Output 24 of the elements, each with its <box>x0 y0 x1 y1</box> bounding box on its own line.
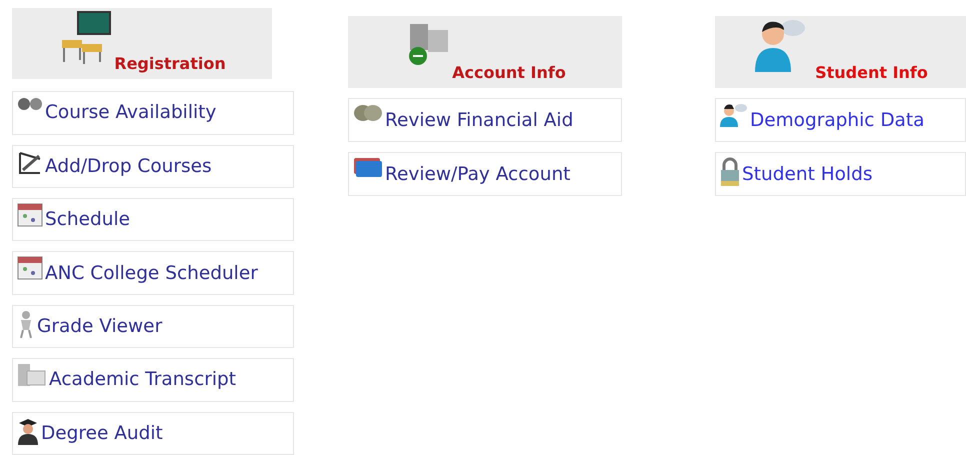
padlock-icon <box>720 157 740 187</box>
menu-link[interactable]: ANC College Scheduler <box>12 251 294 295</box>
menu-link[interactable]: Course Availability <box>12 91 294 134</box>
section-title: Account Info <box>452 63 566 82</box>
credit-card-icon <box>353 157 383 179</box>
graduate-icon <box>17 416 39 445</box>
calendar-icon <box>17 256 43 280</box>
pen-icon <box>17 150 43 176</box>
document-icon <box>17 363 47 388</box>
person-icon <box>720 103 748 127</box>
figure-icon <box>17 310 35 338</box>
menu-link[interactable]: Review/Pay Account <box>348 152 622 196</box>
menu-link[interactable]: Grade Viewer <box>12 304 294 348</box>
menu-link[interactable]: Demographic Data <box>715 98 966 142</box>
menu-link[interactable]: Schedule <box>12 198 294 242</box>
menu-link[interactable]: Academic Transcript <box>12 358 294 402</box>
calendar-icon <box>17 202 43 227</box>
section-title: Registration <box>114 54 226 74</box>
menu-link[interactable]: Review Financial Aid <box>348 98 622 142</box>
menu-link[interactable]: Student Holds <box>715 152 966 196</box>
section-title: Student Info <box>815 63 928 82</box>
menu-link[interactable]: Add/Drop Courses <box>12 144 294 188</box>
menu-link[interactable]: Degree Audit <box>12 412 294 455</box>
money-icon <box>353 103 383 123</box>
